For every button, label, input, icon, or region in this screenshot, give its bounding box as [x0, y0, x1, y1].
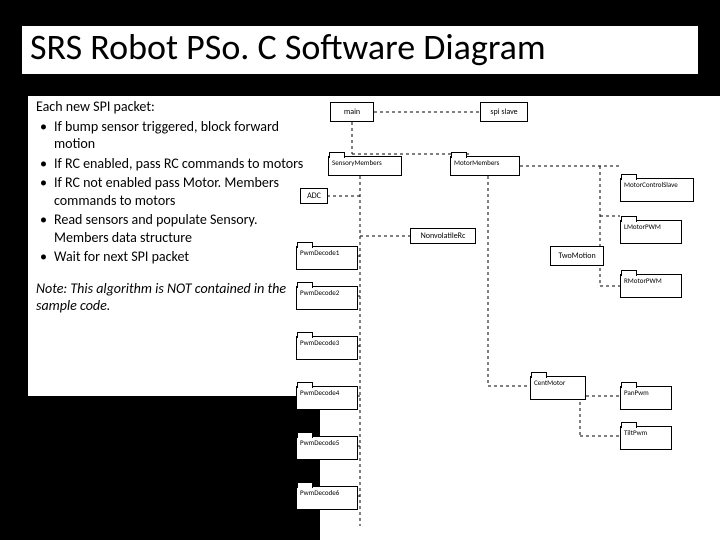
folder-pwmdecode5: PwmDecode5	[296, 436, 358, 460]
folder-label: PwmDecode5	[300, 439, 354, 446]
folder-label: MotorMembers	[454, 159, 516, 166]
list-item: If bump sensor triggered, block forward …	[36, 118, 314, 153]
folder-pwmdecode4: PwmDecode4	[296, 386, 358, 410]
list-item: Read sensors and populate Sensory. Membe…	[36, 211, 314, 246]
folder-pwmdecode2: PwmDecode2	[296, 286, 358, 310]
folder-label: RMotorPWM	[624, 277, 678, 284]
software-diagram: main spi slave SensoryMembers MotorMembe…	[320, 96, 720, 540]
folder-label: TiltPwm	[624, 429, 668, 436]
folder-label: PwmDecode6	[300, 489, 354, 496]
folder-sensory: SensoryMembers	[328, 156, 402, 176]
folder-label: CentMotor	[534, 379, 582, 386]
folder-label: MotorControlSlave	[624, 181, 690, 188]
box-spi-slave: spi slave	[480, 102, 528, 122]
bullet-list: If bump sensor triggered, block forward …	[36, 118, 314, 266]
folder-label: PwmDecode2	[300, 289, 354, 296]
box-main: main	[330, 102, 374, 122]
folder-label: PwmDecode1	[300, 249, 354, 256]
folder-motorcontrolslave: MotorControlSlave	[620, 178, 694, 202]
folder-motor: MotorMembers	[450, 156, 520, 176]
intro-text: Each new SPI packet:	[36, 98, 314, 116]
folder-pwmdecode1: PwmDecode1	[296, 246, 358, 270]
box-twomotion: TwoMotion	[550, 246, 604, 266]
folder-tiltpwm: TiltPwm	[620, 426, 672, 450]
box-nonvolatile: NonvolatileRc	[410, 228, 476, 244]
folder-label: PwmDecode4	[300, 389, 354, 396]
folder-pwmdecode3: PwmDecode3	[296, 336, 358, 360]
folder-label: PwmDecode3	[300, 339, 354, 346]
slide-title: SRS Robot PSo. C Software Diagram	[28, 28, 692, 68]
folder-pwmdecode6: PwmDecode6	[296, 486, 358, 510]
slide: SRS Robot PSo. C Software Diagram Each n…	[0, 0, 720, 540]
folder-rmotorpwm: RMotorPWM	[620, 274, 682, 298]
folder-lmotorpwm: LMotorPWM	[620, 220, 682, 244]
list-item: If RC not enabled pass Motor. Members co…	[36, 174, 314, 209]
folder-centmotor: CentMotor	[530, 376, 586, 400]
body-text: Each new SPI packet: If bump sensor trig…	[36, 98, 314, 315]
folder-label: PanPwm	[624, 389, 668, 396]
list-item: Wait for next SPI packet	[36, 248, 314, 266]
folder-label: LMotorPWM	[624, 223, 678, 230]
folder-label: SensoryMembers	[332, 159, 398, 166]
note-text: Note: This algorithm is NOT contained in…	[36, 280, 314, 315]
list-item: If RC enabled, pass RC commands to motor…	[36, 155, 314, 173]
box-adc: ADC	[300, 188, 328, 204]
folder-panpwm: PanPwm	[620, 386, 672, 410]
